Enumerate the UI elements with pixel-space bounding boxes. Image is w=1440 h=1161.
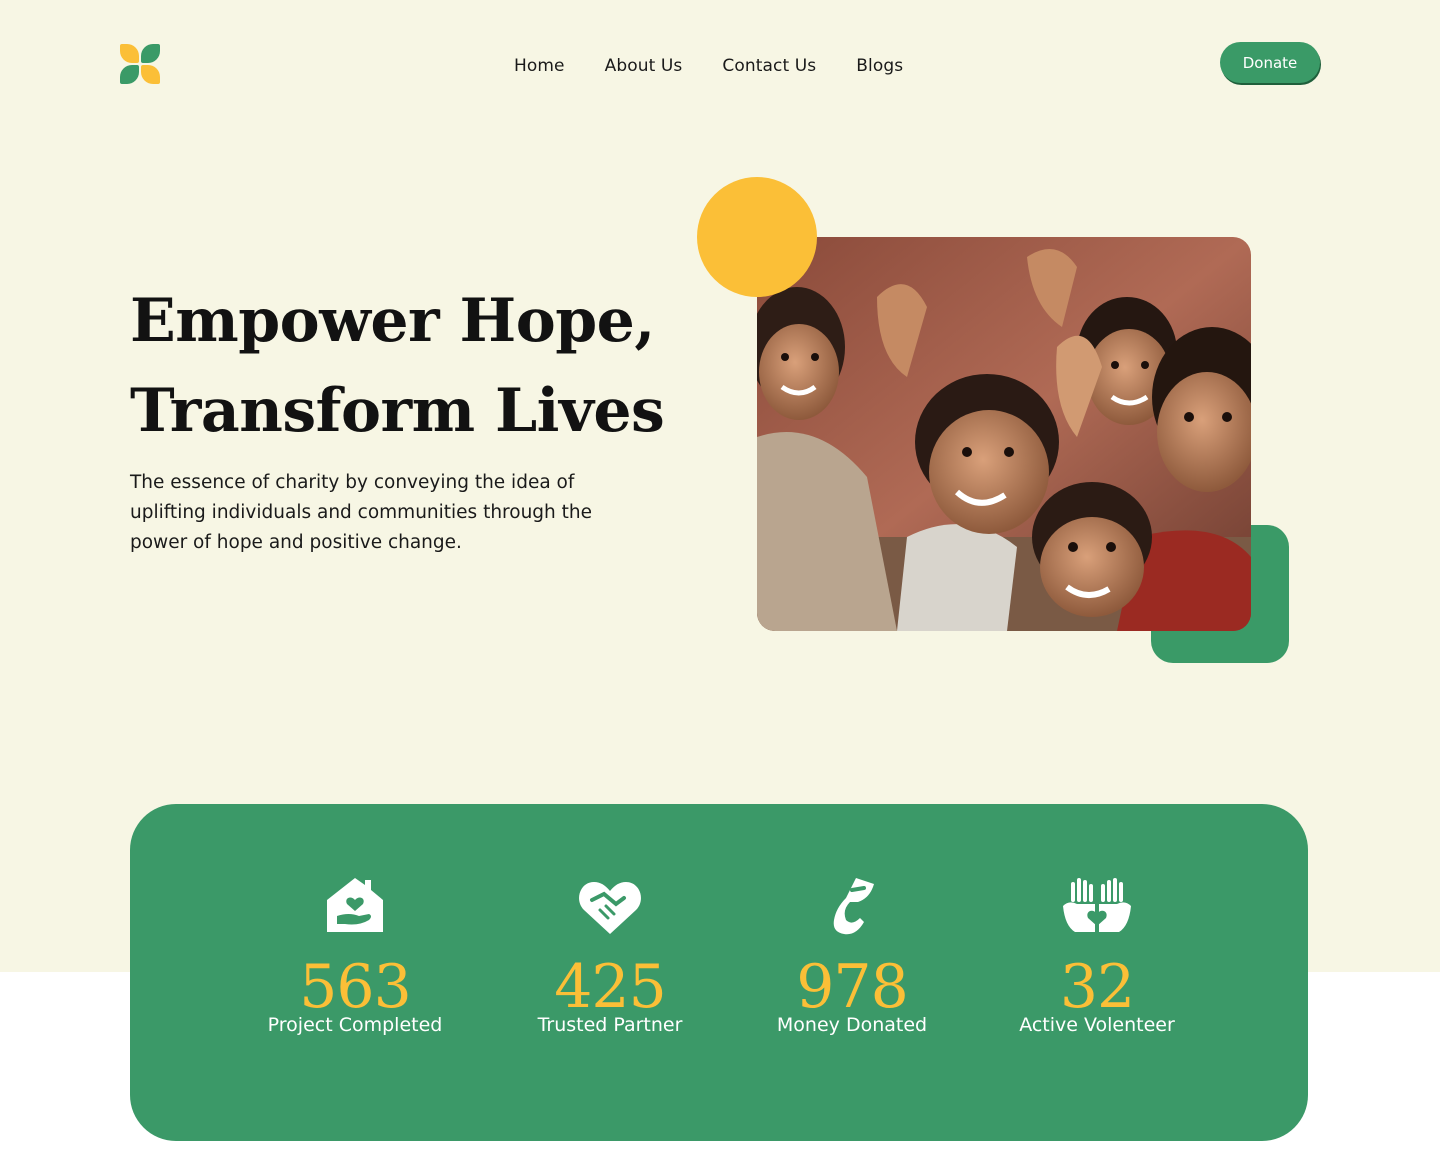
stat-value: 32 (1059, 952, 1135, 1022)
stat-volunteers: 32 Active Volenteer (977, 876, 1217, 1036)
stat-label: Money Donated (776, 1014, 928, 1036)
stat-money: 978 Money Donated (732, 876, 972, 1036)
hero-headline-line-2: Transform Lives (130, 376, 665, 446)
hand-coin-icon (833, 878, 874, 935)
four-petal-logo-icon[interactable] (120, 44, 160, 84)
stat-value: 425 (554, 952, 667, 1022)
raised-hands-heart-icon (1063, 878, 1131, 932)
stat-label: Active Volenteer (1019, 1014, 1175, 1036)
stat-value: 563 (299, 952, 412, 1022)
nav-item-about-us[interactable]: About Us (605, 56, 683, 76)
hero-headline: Empower Hope, Transform Lives (130, 276, 690, 456)
main-nav: Home About Us Contact Us Blogs (514, 56, 903, 76)
nav-item-blogs[interactable]: Blogs (856, 56, 903, 76)
stat-projects: 563 Project Completed (235, 876, 475, 1036)
handshake-heart-icon (579, 882, 641, 934)
nav-item-contact-us[interactable]: Contact Us (722, 56, 816, 76)
nav-item-home[interactable]: Home (514, 56, 565, 76)
stats-panel: 563 Project Completed 425 Trusted Partne… (130, 804, 1308, 1141)
stat-label: Project Completed (267, 1014, 443, 1036)
house-heart-icon (327, 878, 383, 932)
donate-button[interactable]: Donate (1220, 42, 1320, 83)
hero-headline-line-1: Empower Hope, (130, 286, 655, 356)
stat-label: Trusted Partner (537, 1014, 683, 1036)
stat-partners: 425 Trusted Partner (490, 876, 730, 1036)
smiling-children-photo (757, 237, 1251, 631)
decorative-yellow-circle (697, 177, 817, 297)
hero-subtext: The essence of charity by conveying the … (130, 472, 593, 553)
stat-value: 978 (796, 952, 909, 1022)
